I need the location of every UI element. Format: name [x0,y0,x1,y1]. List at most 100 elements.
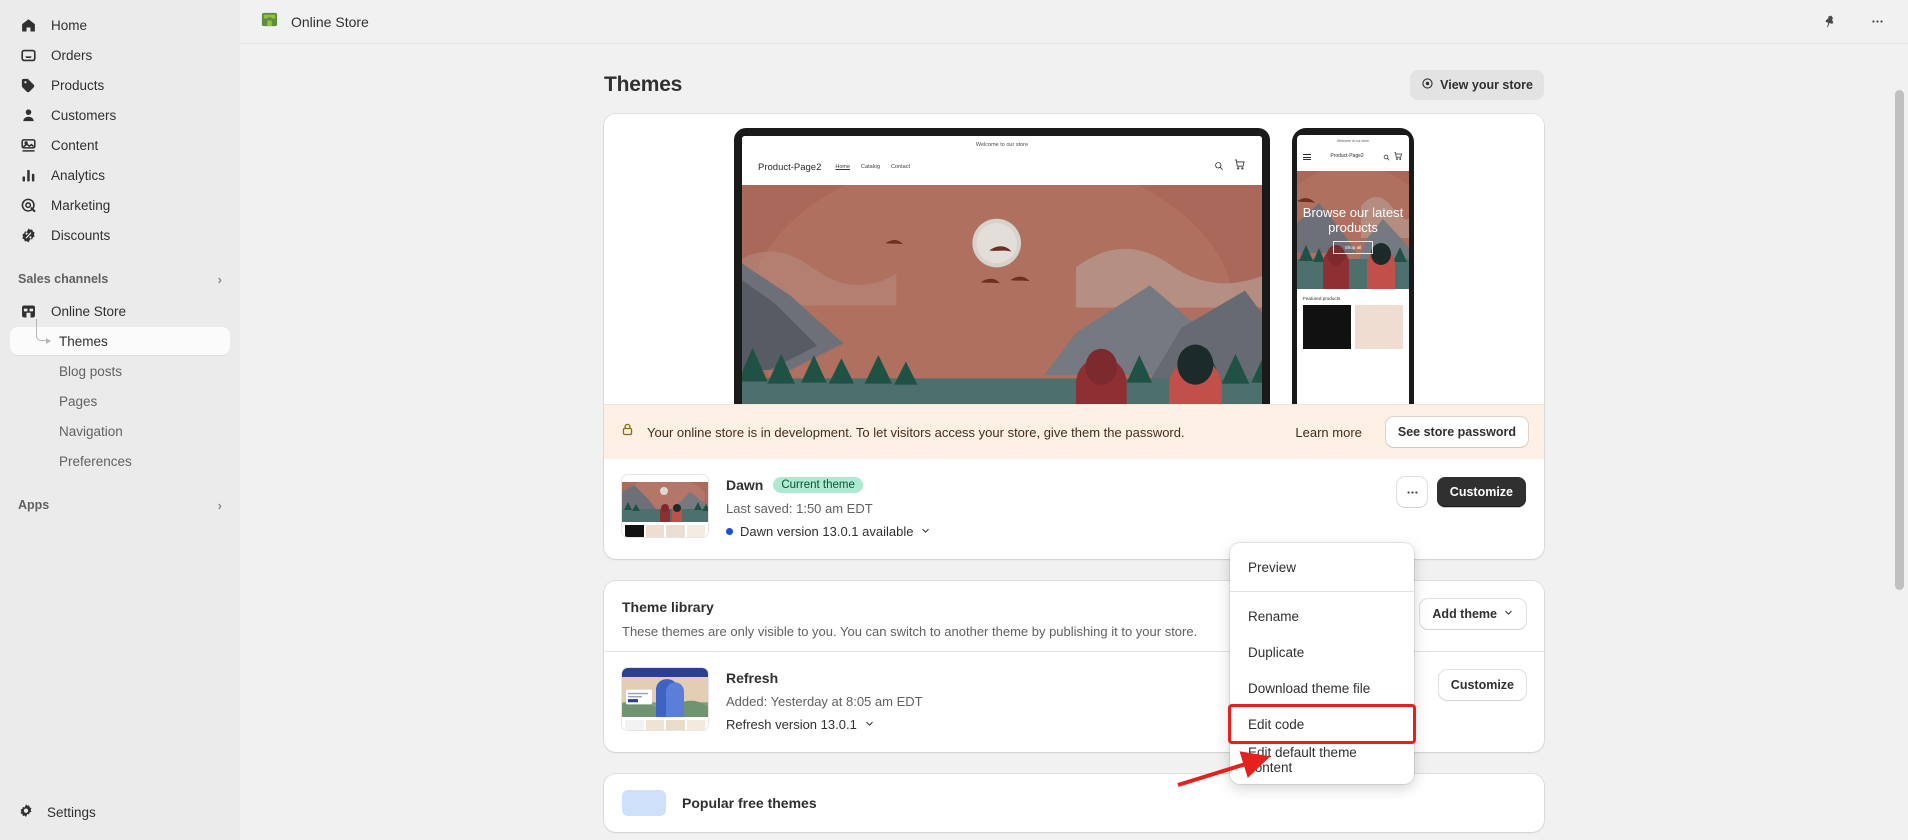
mobile-product-card [1355,305,1403,349]
ellipsis-horizontal-icon[interactable] [1864,9,1890,35]
customers-person-icon [18,105,38,125]
preview-nav-link: Catalog [861,164,881,170]
sidebar-item-label: Navigation [59,423,123,439]
customize-button[interactable]: Customize [1436,477,1526,507]
current-theme-name-row: Dawn Current theme [726,477,1379,493]
storefront-green-icon [260,10,279,34]
hamburger-icon [1303,152,1311,161]
sidebar-item-label: Home [51,17,88,33]
mobile-preview-frame[interactable]: Welcome to our store Product-Page2 Brows… [1292,128,1414,404]
popular-themes-thumbnail [622,790,666,816]
sidebar-item-discounts[interactable]: Discounts [10,221,230,249]
sidebar-item-navigation[interactable]: Navigation [10,417,230,445]
menu-item-download-theme-file[interactable]: Download theme file [1234,670,1410,706]
sidebar-item-content[interactable]: Content [10,131,230,159]
sidebar-item-label: Settings [47,804,96,820]
thumbnail-header [622,475,708,482]
thumbnail-header [622,668,708,677]
menu-item-rename[interactable]: Rename [1234,598,1410,634]
sidebar-item-home[interactable]: Home [10,11,230,39]
menu-item-preview[interactable]: Preview [1234,549,1410,585]
pin-icon[interactable] [1816,9,1842,35]
tree-elbow-icon [36,319,51,344]
current-theme-last-saved: Last saved: 1:50 am EDT [726,501,873,516]
menu-item-edit-default-theme-content[interactable]: Edit default theme content [1234,742,1410,778]
current-theme-version-row[interactable]: Dawn version 13.0.1 available [726,524,1379,539]
preview-nav-link: Contact [891,164,910,170]
sidebar-item-pages[interactable]: Pages [10,387,230,415]
desktop-preview-content: Welcome to our store Product-Page2 Home … [742,136,1262,404]
sidebar-item-preferences[interactable]: Preferences [10,447,230,475]
mobile-shop-all-button[interactable]: Shop all [1332,241,1374,255]
view-your-store-button[interactable]: View your store [1410,70,1544,100]
chevron-down-icon [864,717,875,732]
discounts-badge-icon [18,225,38,245]
development-banner: Your online store is in development. To … [604,404,1544,459]
apps-label: Apps [18,498,50,512]
sidebar-item-themes[interactable]: Themes [10,319,230,355]
chevron-right-icon: › [217,497,222,513]
sidebar-item-label: Products [51,77,105,93]
sidebar-section-sales-channels[interactable]: Sales channels › [10,266,230,292]
thumbnail-products [622,522,708,537]
main-pane: Online Store Themes View your store Welc… [240,0,1908,840]
sidebar-item-settings[interactable]: Settings [10,798,230,826]
sidebar-item-label: Customers [51,107,117,123]
page-title: Themes [604,73,683,96]
sidebar-item-orders[interactable]: Orders [10,41,230,69]
mobile-announcement-bar: Welcome to our store [1336,139,1370,143]
library-theme-actions: Customize [1438,668,1526,700]
sidebar: Home Orders Products Customers Content A… [0,0,240,840]
analytics-bars-icon [18,165,38,185]
library-theme-thumbnail[interactable] [622,668,708,730]
development-banner-text: Your online store is in development. To … [647,424,1185,440]
view-eye-icon [1421,77,1434,93]
preview-nav-link: Home [835,164,851,170]
desktop-preview-frame[interactable]: Welcome to our store Product-Page2 Home … [734,128,1270,404]
add-theme-button[interactable]: Add theme [1420,599,1526,629]
mobile-product-card [1303,305,1351,349]
theme-actions-menu: Preview Rename Duplicate Download theme … [1228,543,1416,784]
chevron-down-icon [1503,607,1514,621]
menu-item-edit-code[interactable]: Edit code [1228,704,1416,744]
thumbnail-hero [622,677,708,717]
popular-free-themes-title: Popular free themes [682,795,817,811]
preview-store-logo: Product-Page2 [758,161,822,173]
topbar-left: Online Store [260,10,369,34]
sidebar-item-analytics[interactable]: Analytics [10,161,230,189]
marketing-target-icon [18,195,38,215]
home-icon [18,15,38,35]
scroll-area: Themes View your store Welcome to our st… [240,44,1908,840]
sidebar-item-label: Preferences [59,453,132,469]
menu-divider [1230,591,1414,592]
library-customize-button[interactable]: Customize [1438,670,1526,700]
cart-icon [1233,158,1246,176]
sidebar-section-apps[interactable]: Apps › [10,492,230,518]
scrollbar-thumb[interactable] [1895,90,1904,590]
menu-item-duplicate[interactable]: Duplicate [1234,634,1410,670]
mobile-preview-content: Welcome to our store Product-Page2 Brows… [1297,135,1409,404]
see-store-password-button[interactable]: See store password [1385,417,1528,447]
sidebar-item-marketing[interactable]: Marketing [10,191,230,219]
sidebar-item-label: Content [51,137,99,153]
theme-more-actions-button[interactable] [1396,477,1427,507]
current-theme-card: Welcome to our store Product-Page2 Home … [604,114,1544,559]
topbar: Online Store [240,0,1908,44]
sidebar-item-products[interactable]: Products [10,71,230,99]
current-theme-thumbnail[interactable] [622,475,708,537]
mobile-featured-title: Featured products [1303,296,1341,301]
mobile-product-grid [1297,301,1409,349]
sales-channels-label: Sales channels [18,272,109,286]
sidebar-item-label: Themes [59,333,108,349]
learn-more-link[interactable]: Learn more [1295,425,1361,440]
mobile-hero-heading: Browse our latest products [1302,204,1404,235]
library-theme-name: Refresh [726,670,779,686]
mobile-store-logo: Product-Page2 [1330,153,1364,160]
sidebar-item-customers[interactable]: Customers [10,101,230,129]
vertical-scrollbar[interactable] [1895,90,1904,840]
status-badge: Current theme [773,477,863,493]
library-theme-version-text: Refresh version 13.0.1 [726,717,857,732]
preview-nav-links: Home Catalog Contact [835,164,910,170]
sidebar-item-blog-posts[interactable]: Blog posts [10,357,230,385]
